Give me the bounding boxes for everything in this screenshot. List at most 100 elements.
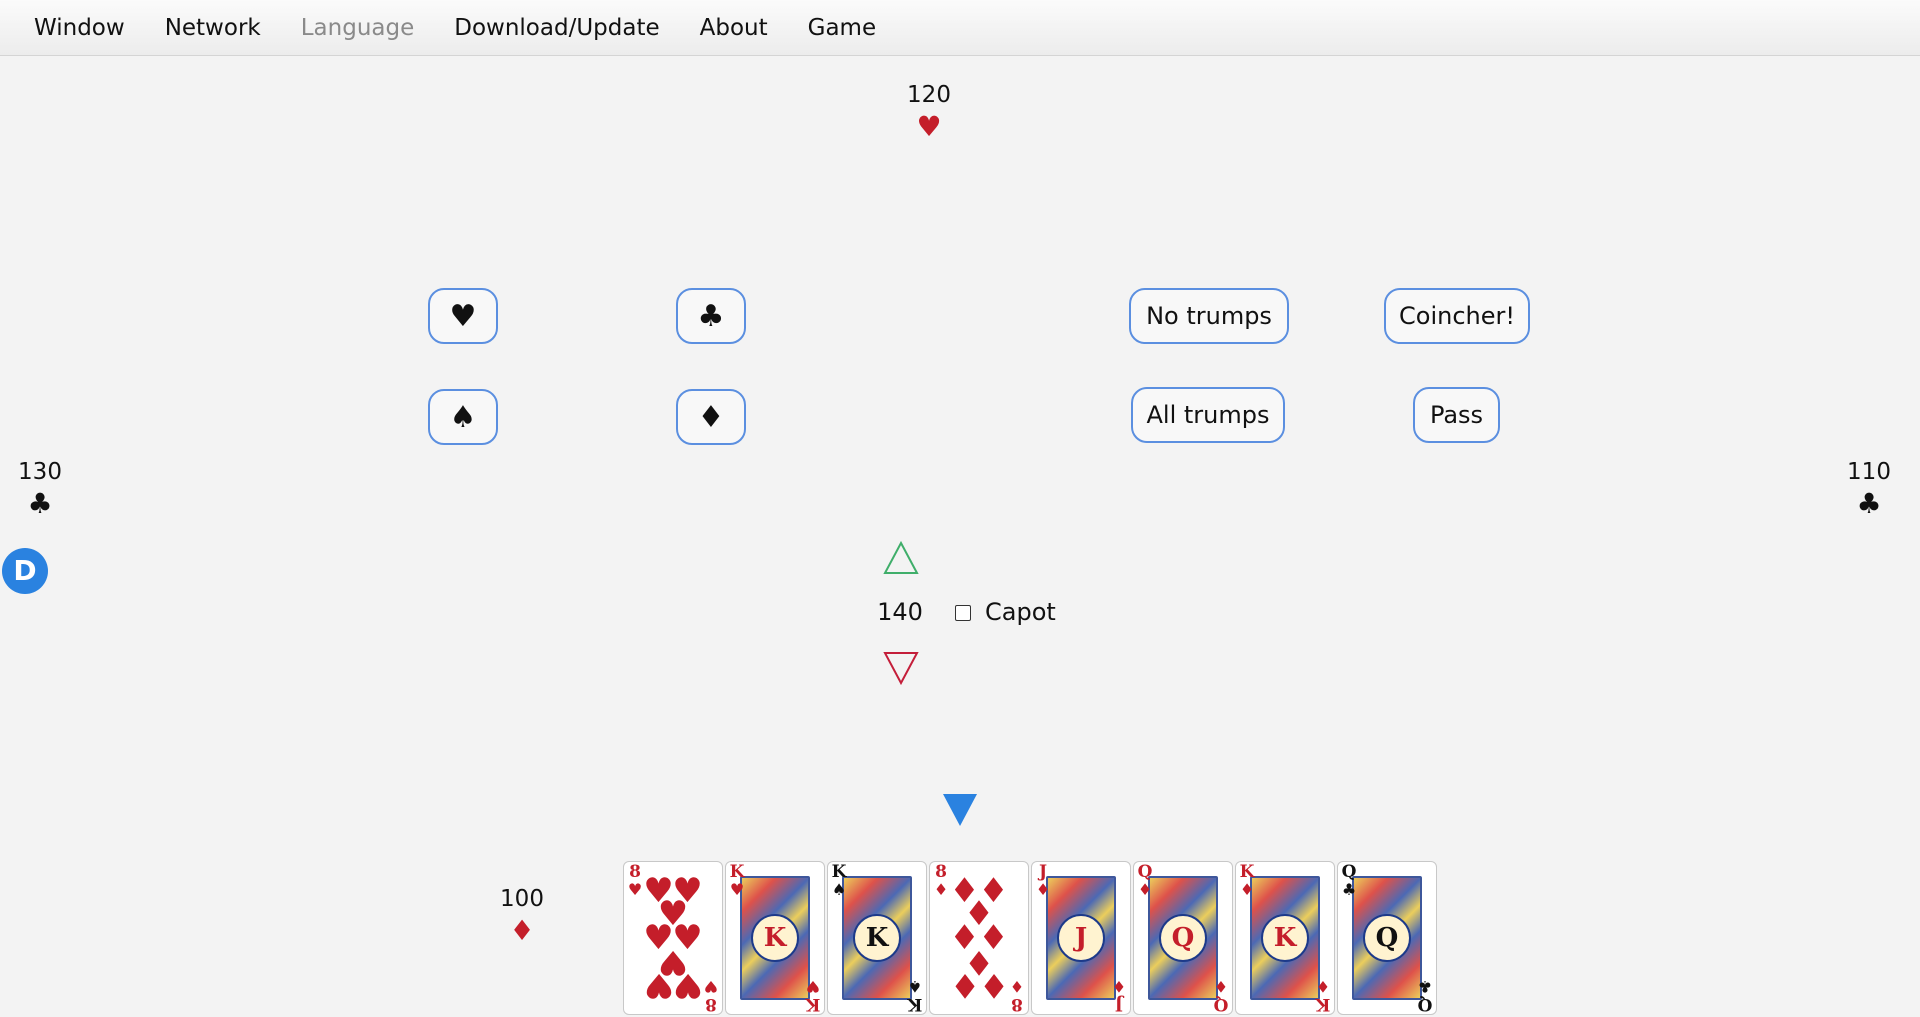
card-rank: Q xyxy=(1341,862,1357,882)
card-rank: J xyxy=(1038,862,1048,882)
playing-card[interactable]: Q Q ♣ Q ♣ xyxy=(1337,861,1437,1015)
decrease-bid-arrow-icon[interactable] xyxy=(883,650,919,686)
player-south-bid: 100 xyxy=(500,886,544,912)
capot-label: Capot xyxy=(985,598,1056,626)
playing-card[interactable]: K K ♦ K ♦ xyxy=(1235,861,1335,1015)
card-rank: K xyxy=(831,862,847,882)
card-suit-icon: ♣ xyxy=(1417,977,1433,996)
card-index: 8 ♦ xyxy=(1009,977,1025,1014)
bid-heart-button[interactable]: ♥ xyxy=(428,288,498,344)
card-index: J ♦ xyxy=(1111,977,1127,1014)
card-pips: ♥ ♥ ♥ ♥ ♥ ♥ ♥ ♥ xyxy=(643,874,703,1006)
player-west-bid: 130 xyxy=(18,459,62,485)
card-index: 8 ♥ xyxy=(703,977,719,1014)
card-face-rank: Q xyxy=(1159,914,1207,962)
bid-value: 140 xyxy=(877,598,923,626)
menu-game[interactable]: Game xyxy=(788,15,896,41)
card-index: Q ♣ xyxy=(1341,862,1357,899)
card-suit-icon: ♦ xyxy=(1213,977,1229,996)
card-pip-icon: ♥ xyxy=(672,965,703,1006)
card-suit-icon: ♦ xyxy=(1315,977,1331,996)
playing-card[interactable]: J J ♦ J ♦ xyxy=(1031,861,1131,1015)
menu-network[interactable]: Network xyxy=(145,15,281,41)
card-index: 8 ♦ xyxy=(933,862,949,899)
player-north-bid: 120 xyxy=(907,82,951,108)
player-hand: ♥ ♥ ♥ ♥ ♥ ♥ ♥ ♥ 8 ♥ 8 ♥ K K ♥ K ♥ K K ♠ K ♠ ♦ ♦ ♦ ♦ ♦ ♦ ♦ ♦ 8 ♦ 8 ♦ J J ♦ J ♦ Q… xyxy=(623,861,1437,1015)
playing-card[interactable]: ♦ ♦ ♦ ♦ ♦ ♦ ♦ ♦ 8 ♦ 8 ♦ xyxy=(929,861,1029,1015)
diamond-icon: ♦ xyxy=(697,399,725,435)
card-suit-icon: ♦ xyxy=(1111,977,1127,996)
card-rank: 8 xyxy=(705,994,717,1014)
bid-spade-button[interactable]: ♠ xyxy=(428,389,498,445)
card-face-rank: K xyxy=(1261,914,1309,962)
playing-card[interactable]: K K ♠ K ♠ xyxy=(827,861,927,1015)
card-rank: K xyxy=(1239,862,1255,882)
player-north: 120 ♥ xyxy=(889,80,969,144)
card-pip-icon: ♥ xyxy=(643,965,674,1006)
diamond-icon: ♦ xyxy=(509,914,535,947)
club-icon: ♣ xyxy=(27,487,53,520)
card-rank: 8 xyxy=(1011,994,1023,1014)
pass-button[interactable]: Pass xyxy=(1413,387,1500,443)
menu-bar: Window Network Language Download/Update … xyxy=(0,0,1920,56)
card-suit-icon: ♠ xyxy=(831,880,847,899)
spade-icon: ♠ xyxy=(449,399,477,435)
playing-card[interactable]: K K ♥ K ♥ xyxy=(725,861,825,1015)
card-index: K ♦ xyxy=(1315,977,1331,1014)
card-face-rank: Q xyxy=(1363,914,1411,962)
card-suit-icon: ♠ xyxy=(907,977,923,996)
card-rank: Q xyxy=(1137,862,1153,882)
player-west: 130 ♣ xyxy=(0,457,80,521)
card-rank: 8 xyxy=(935,862,947,882)
menu-window[interactable]: Window xyxy=(0,15,145,41)
menu-download-update[interactable]: Download/Update xyxy=(434,15,679,41)
card-suit-icon: ♦ xyxy=(1035,880,1051,899)
card-rank: J xyxy=(1114,994,1124,1014)
capot-checkbox[interactable] xyxy=(955,605,971,621)
playing-card[interactable]: ♥ ♥ ♥ ♥ ♥ ♥ ♥ ♥ 8 ♥ 8 ♥ xyxy=(623,861,723,1015)
card-suit-icon: ♦ xyxy=(933,880,949,899)
card-index: K ♠ xyxy=(907,977,923,1014)
card-suit-icon: ♥ xyxy=(729,880,745,899)
club-icon: ♣ xyxy=(1856,487,1882,520)
increase-bid-arrow-icon[interactable] xyxy=(883,540,919,576)
card-index: K ♠ xyxy=(831,862,847,899)
card-suit-icon: ♦ xyxy=(1009,977,1025,996)
card-pip-icon: ♦ xyxy=(949,965,980,1006)
menu-language[interactable]: Language xyxy=(281,15,435,41)
card-pip-icon: ♦ xyxy=(978,965,1009,1006)
bid-diamond-button[interactable]: ♦ xyxy=(676,389,746,445)
playing-card[interactable]: Q Q ♦ Q ♦ xyxy=(1133,861,1233,1015)
card-suit-icon: ♥ xyxy=(627,880,643,899)
card-suit-icon: ♥ xyxy=(805,977,821,996)
card-face-rank: K xyxy=(751,914,799,962)
player-east-bid: 110 xyxy=(1847,459,1891,485)
dealer-badge: D xyxy=(2,548,48,594)
card-rank: 8 xyxy=(629,862,641,882)
card-suit-icon: ♦ xyxy=(1239,880,1255,899)
heart-icon: ♥ xyxy=(916,110,942,143)
card-face-rank: K xyxy=(853,914,901,962)
card-index: 8 ♥ xyxy=(627,862,643,899)
coincher-button[interactable]: Coincher! xyxy=(1384,288,1530,344)
player-east: 110 ♣ xyxy=(1829,457,1909,521)
card-index: K ♥ xyxy=(805,977,821,1014)
all-trumps-button[interactable]: All trumps xyxy=(1131,387,1285,443)
no-trumps-button[interactable]: No trumps xyxy=(1129,288,1289,344)
card-index: Q ♦ xyxy=(1213,977,1229,1014)
card-rank: K xyxy=(805,994,821,1014)
turn-indicator-icon xyxy=(943,794,977,826)
card-suit-icon: ♦ xyxy=(1137,880,1153,899)
menu-about[interactable]: About xyxy=(680,15,788,41)
bid-club-button[interactable]: ♣ xyxy=(676,288,746,344)
card-rank: K xyxy=(907,994,923,1014)
card-rank: Q xyxy=(1417,994,1433,1014)
club-icon: ♣ xyxy=(697,298,725,334)
card-face-rank: J xyxy=(1057,914,1105,962)
card-index: Q ♣ xyxy=(1417,977,1433,1014)
card-rank: K xyxy=(729,862,745,882)
card-index: Q ♦ xyxy=(1137,862,1153,899)
card-index: J ♦ xyxy=(1035,862,1051,899)
card-suit-icon: ♥ xyxy=(703,977,719,996)
card-suit-icon: ♣ xyxy=(1341,880,1357,899)
